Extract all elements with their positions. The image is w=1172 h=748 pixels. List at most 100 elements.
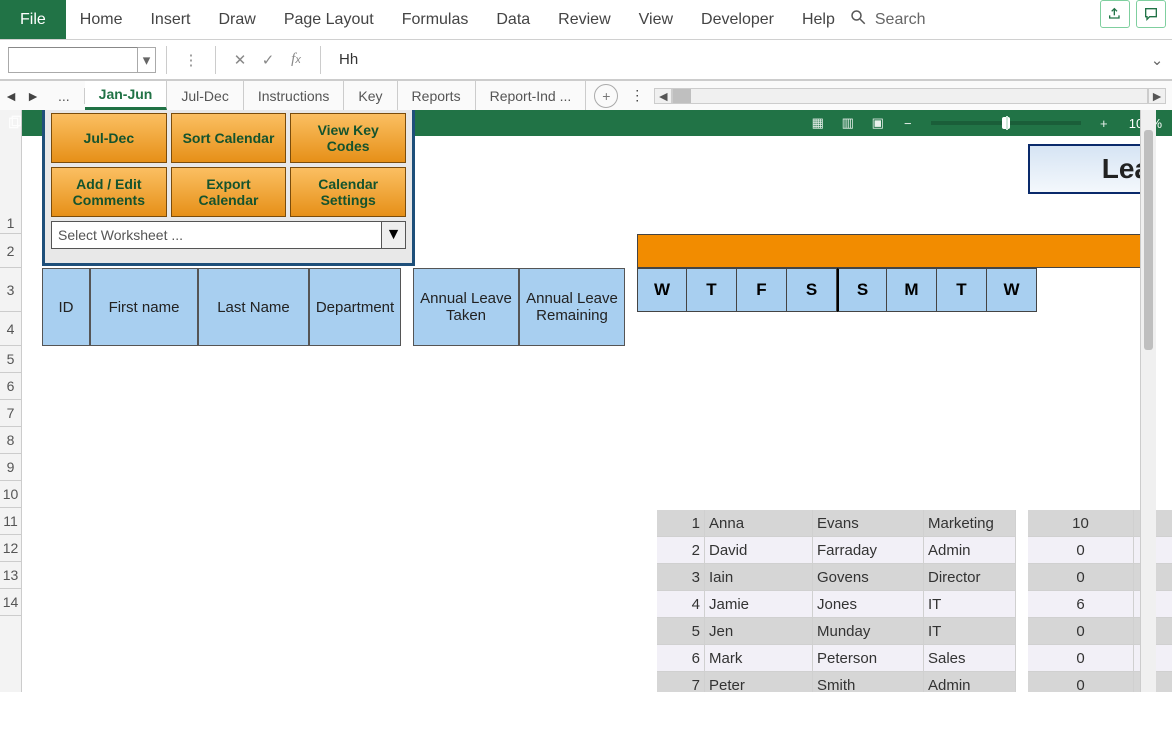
cell-dept[interactable]: Admin <box>924 537 1016 564</box>
ribbon-tab-home[interactable]: Home <box>66 0 137 39</box>
cell-dept[interactable]: Marketing <box>924 510 1016 537</box>
view-page-layout-icon[interactable]: ▥ <box>833 115 863 131</box>
cell-first[interactable]: Jamie <box>705 591 813 618</box>
cell-last[interactable]: Evans <box>813 510 924 537</box>
cell-dept[interactable]: IT <box>924 618 1016 645</box>
row-header[interactable]: 9 <box>0 454 21 481</box>
panel-btn-settings[interactable]: Calendar Settings <box>290 167 406 217</box>
cell-dept[interactable]: Admin <box>924 672 1016 692</box>
file-tab[interactable]: File <box>0 0 66 39</box>
tab-overflow[interactable]: ... <box>44 88 85 104</box>
cell-id[interactable]: 2 <box>657 537 705 564</box>
sheet-tab-janjun[interactable]: Jan-Jun <box>85 81 168 110</box>
cell-first[interactable]: Jen <box>705 618 813 645</box>
tab-options-icon[interactable]: ⋮ <box>626 87 648 104</box>
sheet-tab-instructions[interactable]: Instructions <box>244 81 345 110</box>
sheet-tab-key[interactable]: Key <box>344 81 397 110</box>
macro-record-icon[interactable] <box>0 115 30 131</box>
row-header[interactable]: 10 <box>0 481 21 508</box>
cell-dept[interactable]: Director <box>924 564 1016 591</box>
cell-id[interactable]: 4 <box>657 591 705 618</box>
panel-select-input[interactable] <box>51 221 382 249</box>
search-box[interactable]: Search <box>849 0 926 39</box>
cell-id[interactable]: 3 <box>657 564 705 591</box>
cell-last[interactable]: Smith <box>813 672 924 692</box>
ribbon-tab-data[interactable]: Data <box>482 0 544 39</box>
cell-taken[interactable]: 0 <box>1028 537 1134 564</box>
cell-last[interactable]: Govens <box>813 564 924 591</box>
cell-last[interactable]: Jones <box>813 591 924 618</box>
ribbon-tab-developer[interactable]: Developer <box>687 0 788 39</box>
fx-icon[interactable]: fx <box>282 51 310 68</box>
formula-bar-expand-icon[interactable]: ⌄ <box>1148 51 1166 69</box>
cell-last[interactable]: Farraday <box>813 537 924 564</box>
row-header[interactable]: 6 <box>0 373 21 400</box>
ribbon-tab-draw[interactable]: Draw <box>204 0 269 39</box>
chevron-down-icon[interactable]: ▼ <box>382 221 406 249</box>
row-header[interactable]: 7 <box>0 400 21 427</box>
cell-id[interactable]: 5 <box>657 618 705 645</box>
cell-taken[interactable]: 0 <box>1028 564 1134 591</box>
row-header[interactable]: 12 <box>0 535 21 562</box>
view-normal-icon[interactable]: ▦ <box>803 115 833 131</box>
add-sheet-button[interactable]: + <box>594 84 618 108</box>
panel-btn-viewkey[interactable]: View Key Codes <box>290 113 406 163</box>
cell-first[interactable]: David <box>705 537 813 564</box>
sheet-tab-juldec[interactable]: Jul-Dec <box>167 81 243 110</box>
panel-worksheet-select[interactable]: ▼ <box>51 221 406 249</box>
table-row[interactable]: 6MarkPetersonSales027 <box>657 645 1172 672</box>
cell-id[interactable]: 7 <box>657 672 705 692</box>
zoom-slider[interactable] <box>931 121 1081 125</box>
sheet-tab-report-ind[interactable]: Report-Ind ... <box>476 81 587 110</box>
tab-nav-prev[interactable]: ◄ <box>0 88 22 104</box>
row-header[interactable]: 5 <box>0 346 21 373</box>
enter-icon[interactable]: ✓ <box>254 51 282 69</box>
cell-taken[interactable]: 10 <box>1028 510 1134 537</box>
table-row[interactable]: 1AnnaEvansMarketing1016 <box>657 510 1172 537</box>
share-button[interactable] <box>1100 0 1130 28</box>
row-header[interactable]: 4 <box>0 312 21 346</box>
row-header[interactable]: 11 <box>0 508 21 535</box>
table-row[interactable]: 5JenMundayIT028 <box>657 618 1172 645</box>
ribbon-tab-pagelayout[interactable]: Page Layout <box>270 0 388 39</box>
panel-btn-sort[interactable]: Sort Calendar <box>171 113 287 163</box>
formula-collapse-icon[interactable]: ⋮ <box>177 51 205 69</box>
zoom-out-icon[interactable]: − <box>893 116 923 131</box>
vertical-scrollbar[interactable] <box>1140 104 1156 692</box>
cell-last[interactable]: Peterson <box>813 645 924 672</box>
row-header[interactable]: 14 <box>0 589 21 616</box>
panel-btn-export[interactable]: Export Calendar <box>171 167 287 217</box>
cell-taken[interactable]: 0 <box>1028 618 1134 645</box>
ribbon-tab-view[interactable]: View <box>625 0 687 39</box>
name-box-dropdown[interactable]: ▾ <box>138 47 156 73</box>
row-header[interactable]: 8 <box>0 427 21 454</box>
row-header[interactable]: 2 <box>0 234 21 268</box>
cancel-icon[interactable]: ✕ <box>226 51 254 69</box>
horizontal-scrollbar[interactable]: ◄ ► <box>654 88 1166 104</box>
cell-taken[interactable]: 0 <box>1028 672 1134 692</box>
panel-btn-comments[interactable]: Add / Edit Comments <box>51 167 167 217</box>
name-box[interactable] <box>8 47 138 73</box>
cell-first[interactable]: Peter <box>705 672 813 692</box>
sheet-cells[interactable]: Jul-Dec Sort Calendar View Key Codes Add… <box>22 104 1156 692</box>
view-page-break-icon[interactable]: ▣ <box>863 115 893 131</box>
ribbon-tab-review[interactable]: Review <box>544 0 624 39</box>
cell-first[interactable]: Iain <box>705 564 813 591</box>
cell-taken[interactable]: 0 <box>1028 645 1134 672</box>
ribbon-tab-insert[interactable]: Insert <box>136 0 204 39</box>
panel-btn-juldec[interactable]: Jul-Dec <box>51 113 167 163</box>
scroll-right-icon[interactable]: ► <box>1148 88 1166 104</box>
sheet-tab-reports[interactable]: Reports <box>398 81 476 110</box>
formula-input[interactable] <box>331 47 1148 73</box>
cell-last[interactable]: Munday <box>813 618 924 645</box>
table-row[interactable]: 2DavidFarradayAdmin028 <box>657 537 1172 564</box>
cell-dept[interactable]: IT <box>924 591 1016 618</box>
row-header[interactable]: 3 <box>0 268 21 312</box>
cell-first[interactable]: Anna <box>705 510 813 537</box>
tab-nav-next[interactable]: ► <box>22 88 44 104</box>
table-row[interactable]: 7PeterSmithAdmin026 <box>657 672 1172 692</box>
comments-button[interactable] <box>1136 0 1166 28</box>
cell-id[interactable]: 6 <box>657 645 705 672</box>
cell-id[interactable]: 1 <box>657 510 705 537</box>
ribbon-tab-formulas[interactable]: Formulas <box>388 0 483 39</box>
